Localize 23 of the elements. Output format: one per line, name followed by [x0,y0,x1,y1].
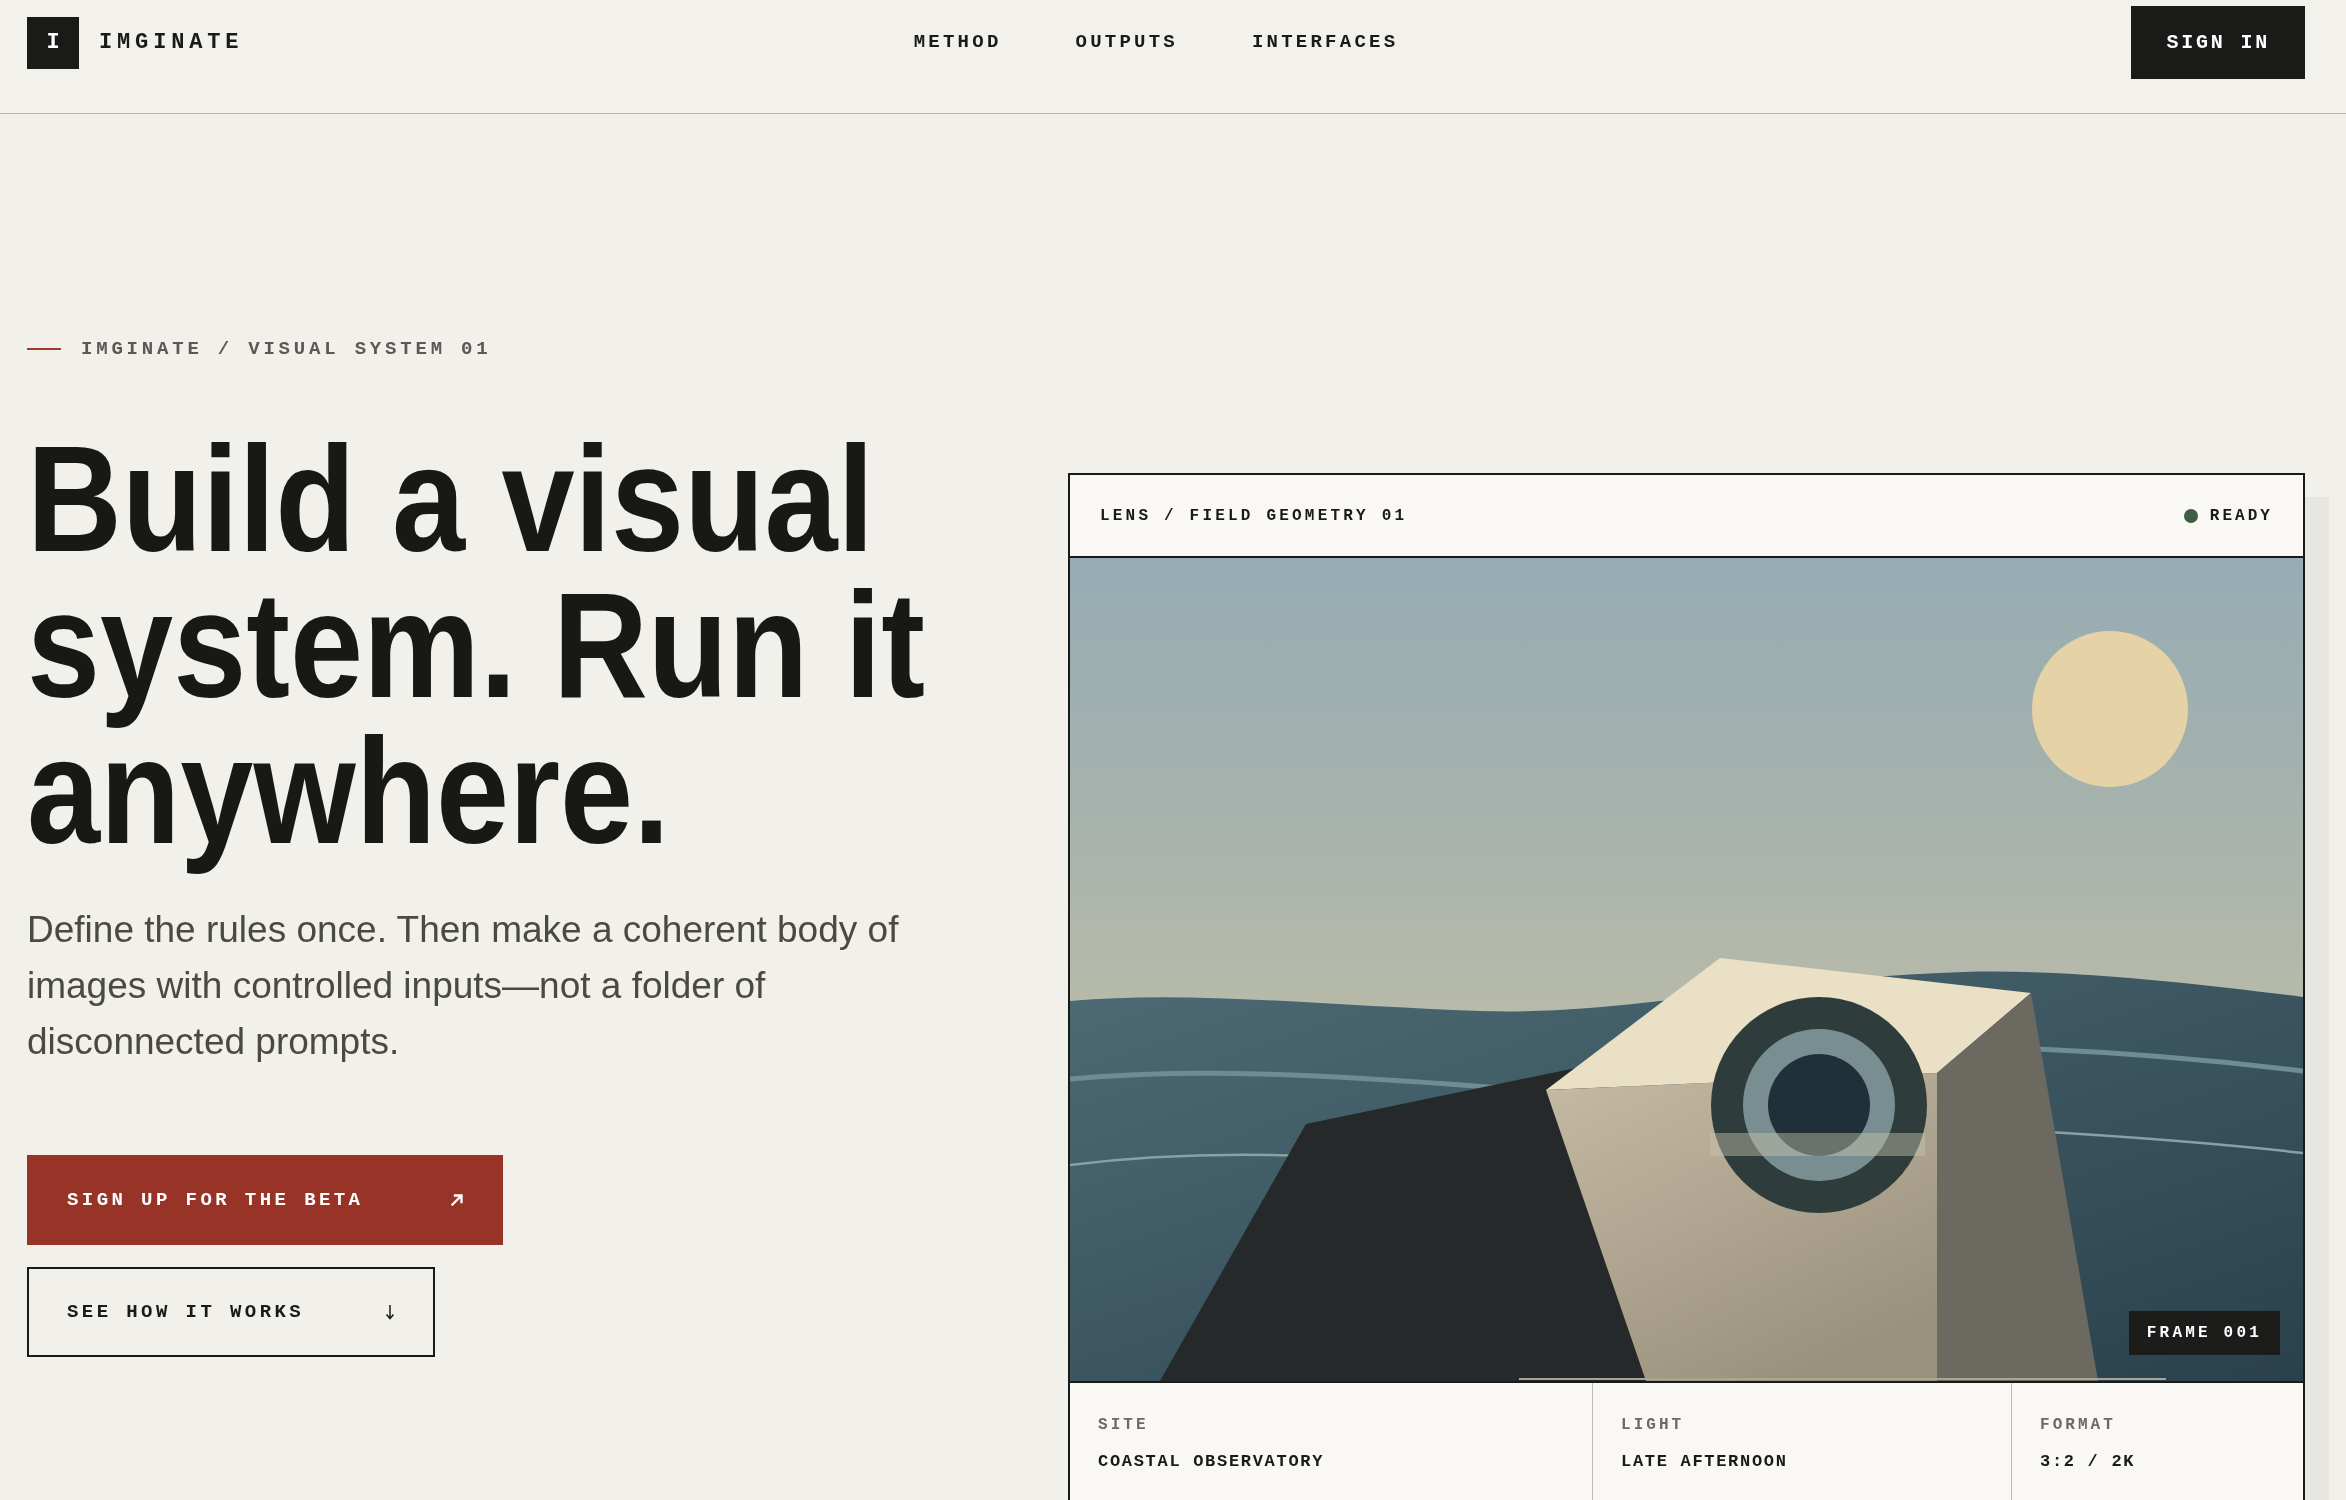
detail-value: LATE AFTERNOON [1621,1451,1789,1473]
status-label: READY [2209,505,2273,527]
brand-name[interactable]: IMGINATE [99,26,244,59]
detail-label: LIGHT [1621,1415,1686,1436]
beta-signup-button[interactable]: SIGN UP FOR THE BETA [27,1155,503,1245]
how-it-works-button[interactable]: SEE HOW IT WORKS [27,1267,435,1357]
detail-value: 3:2 / 2K [2040,1451,2137,1473]
logo-mark[interactable]: I [27,16,79,69]
detail-label: FORMAT [2040,1415,2117,1436]
detail-label: SITE [1098,1415,1150,1436]
hero-description: Define the rules once. Then make a coherent body of images with controlled inputs—not a folder of disconnected prompts. [27,908,900,1064]
detail-value: COASTAL OBSERVATORY [1098,1451,1326,1473]
hero-headline: Build a visual system. Run it anywhere. [27,426,927,877]
nav-link[interactable]: OUTPUTS [1075,28,1178,57]
accent-rule [27,348,61,350]
eyebrow-label: IMGINATE / VISUAL SYSTEM 01 [81,336,492,362]
arrow-down-icon [385,1304,395,1320]
arrow-up-right-icon [451,1194,463,1206]
card-title: LENS / FIELD GEOMETRY 01 [1100,505,1408,527]
frame-badge: FRAME 001 [2128,1311,2280,1355]
nav-link[interactable]: METHOD [913,28,1002,57]
nav-link[interactable]: INTERFACES [1251,28,1399,57]
sign-in-button[interactable]: SIGN IN [2131,6,2305,79]
